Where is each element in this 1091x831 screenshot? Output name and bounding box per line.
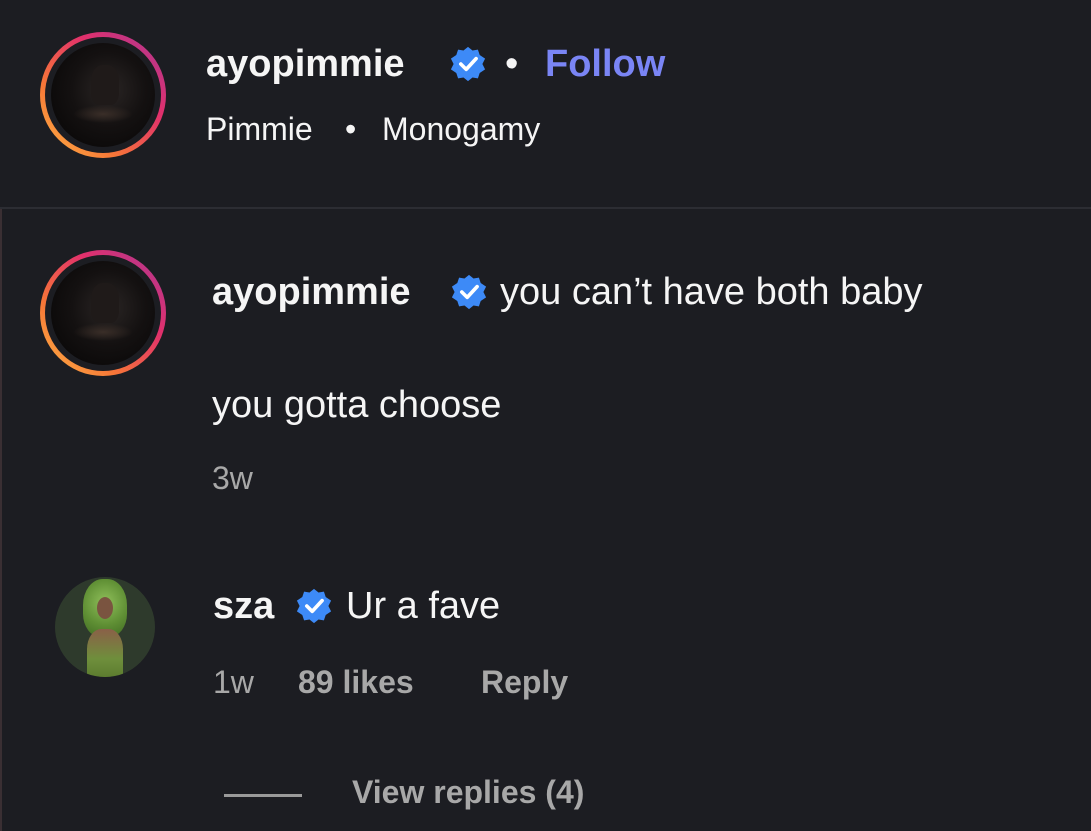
reply-text: Ur a fave xyxy=(346,585,501,627)
comment-text-line2: you gotta choose xyxy=(212,384,502,426)
likes-count[interactable]: 89 likes xyxy=(298,666,414,698)
audio-separator: • xyxy=(345,111,357,147)
verified-badge-icon xyxy=(450,46,486,82)
verified-badge-icon xyxy=(451,274,487,310)
verified-badge-icon xyxy=(296,588,332,624)
poster-avatar[interactable] xyxy=(40,32,166,158)
comment-username[interactable]: ayopimmie xyxy=(212,273,411,311)
header-separator: • xyxy=(505,43,519,85)
view-replies-button[interactable]: View replies (4) xyxy=(352,776,584,808)
comment-timestamp: 3w xyxy=(212,460,253,496)
view-replies-divider xyxy=(224,794,302,797)
reply-avatar[interactable] xyxy=(55,577,155,677)
follow-button[interactable]: Follow xyxy=(545,45,665,83)
commenter-avatar[interactable] xyxy=(40,250,166,376)
reply-timestamp: 1w xyxy=(213,664,254,700)
audio-song[interactable]: Monogamy xyxy=(382,113,540,145)
reply-username[interactable]: sza xyxy=(213,587,274,625)
post-header: ayopimmie • Follow Pimmie • Monogamy xyxy=(0,0,1091,209)
poster-username[interactable]: ayopimmie xyxy=(206,45,405,83)
comment-text-line1: you can’t have both baby xyxy=(500,271,923,313)
audio-artist[interactable]: Pimmie xyxy=(206,113,313,145)
reply-button[interactable]: Reply xyxy=(481,666,568,698)
